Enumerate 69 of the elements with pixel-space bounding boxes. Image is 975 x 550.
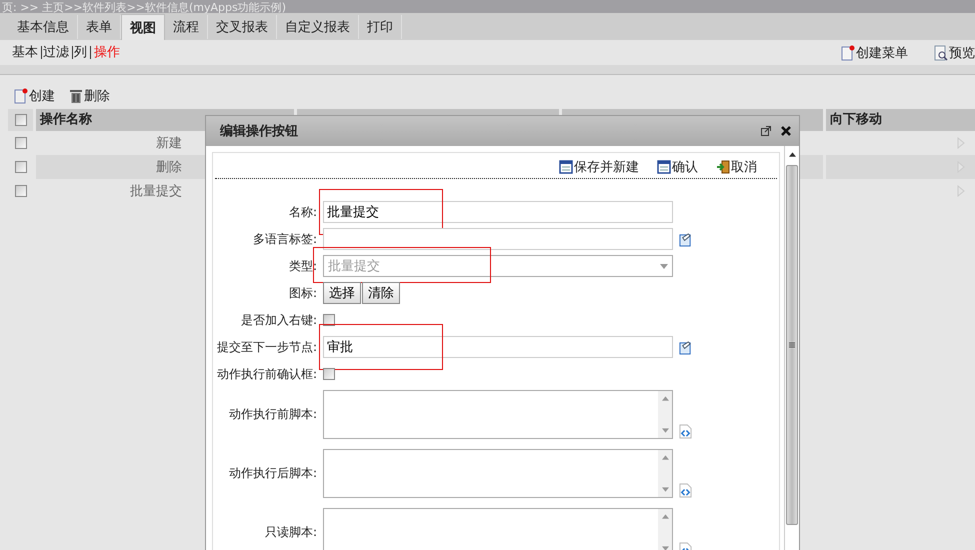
row-checkbox[interactable] [14,137,26,149]
field-label: 图标: [288,284,317,302]
input-field[interactable]: 审批 [323,336,673,358]
exit-door-icon [716,158,730,174]
close-icon[interactable] [781,126,791,136]
form-button[interactable]: 清除 [362,282,400,304]
field-label: 动作执行后脚本: [228,465,317,482]
new-document-icon [841,44,855,60]
breadcrumb: 页: >> 主页>>软件列表>>软件信息(myApps功能示例) [1,1,286,13]
table-cell-text: 新建 [155,135,183,153]
create-menu-button[interactable]: 创建菜单 [841,44,908,62]
select-all-checkbox[interactable] [14,114,26,126]
field-label: 提交至下一步节点: [216,338,317,356]
tab[interactable]: 流程 [165,15,208,39]
row-checkbox[interactable] [14,185,26,197]
script-textarea[interactable] [323,449,673,498]
script-textarea[interactable] [323,390,673,439]
textarea-scrollbar[interactable] [658,391,672,438]
popout-icon[interactable] [761,126,771,136]
sub-tab[interactable]: 操作 [91,46,123,59]
field-label: 名称: [288,204,317,220]
input-field[interactable] [323,228,673,250]
input-field[interactable]: 批量提交 [323,201,673,223]
field-label: 只读脚本: [264,524,317,541]
field-label: 动作执行前脚本: [228,406,317,423]
code-icon[interactable] [679,424,692,439]
preview-icon [934,44,948,60]
save-button[interactable]: 确认 [657,158,698,176]
column-header: 向下移动 [826,109,975,131]
field-label: 类型: [288,258,317,274]
tab[interactable]: 交叉报表 [208,15,277,39]
tab[interactable]: 视图 [121,14,165,40]
clipboard-icon[interactable] [679,340,692,354]
scroll-thumb[interactable] [786,165,798,525]
clipboard-icon[interactable] [679,232,692,246]
tab[interactable]: 基本信息 [9,15,78,39]
save-icon [657,158,671,174]
create-button[interactable]: 创建 [14,87,55,105]
field-label: 动作执行前确认框: [216,366,317,382]
cancel-button[interactable]: 取消 [716,158,757,176]
checkbox[interactable] [323,314,335,326]
checkbox[interactable] [323,368,335,380]
row-checkbox[interactable] [14,161,26,173]
scroll-down-icon[interactable] [662,546,668,550]
sub-tab[interactable]: 过滤 [42,46,73,59]
scroll-up-icon[interactable] [788,152,796,157]
scrollbar[interactable] [784,146,799,550]
sub-tab[interactable]: 列 [73,46,91,59]
save-icon [559,158,573,174]
tab[interactable]: 打印 [359,15,402,39]
table-cell-text: 批量提交 [129,183,183,201]
form-button[interactable]: 选择 [323,282,361,304]
trash-icon [69,88,83,104]
textarea-scrollbar[interactable] [658,450,672,497]
delete-button[interactable]: 删除 [69,87,110,105]
new-document-icon [14,88,28,104]
code-icon[interactable] [679,483,692,498]
preview-button[interactable]: 预览 [934,44,975,62]
field-label: 多语言标签: [252,230,317,248]
scroll-down-icon[interactable] [662,428,668,433]
field-label: 是否加入右键: [240,312,317,328]
sub-tab[interactable]: 基本 [11,46,42,59]
textarea-scrollbar[interactable] [658,509,672,550]
tab[interactable]: 自定义报表 [277,15,359,39]
caret-icon [660,264,668,268]
grip-icon [789,342,795,348]
save-button[interactable]: 保存并新建 [559,158,639,176]
scroll-down-icon[interactable] [662,487,668,492]
script-textarea[interactable] [323,508,673,550]
